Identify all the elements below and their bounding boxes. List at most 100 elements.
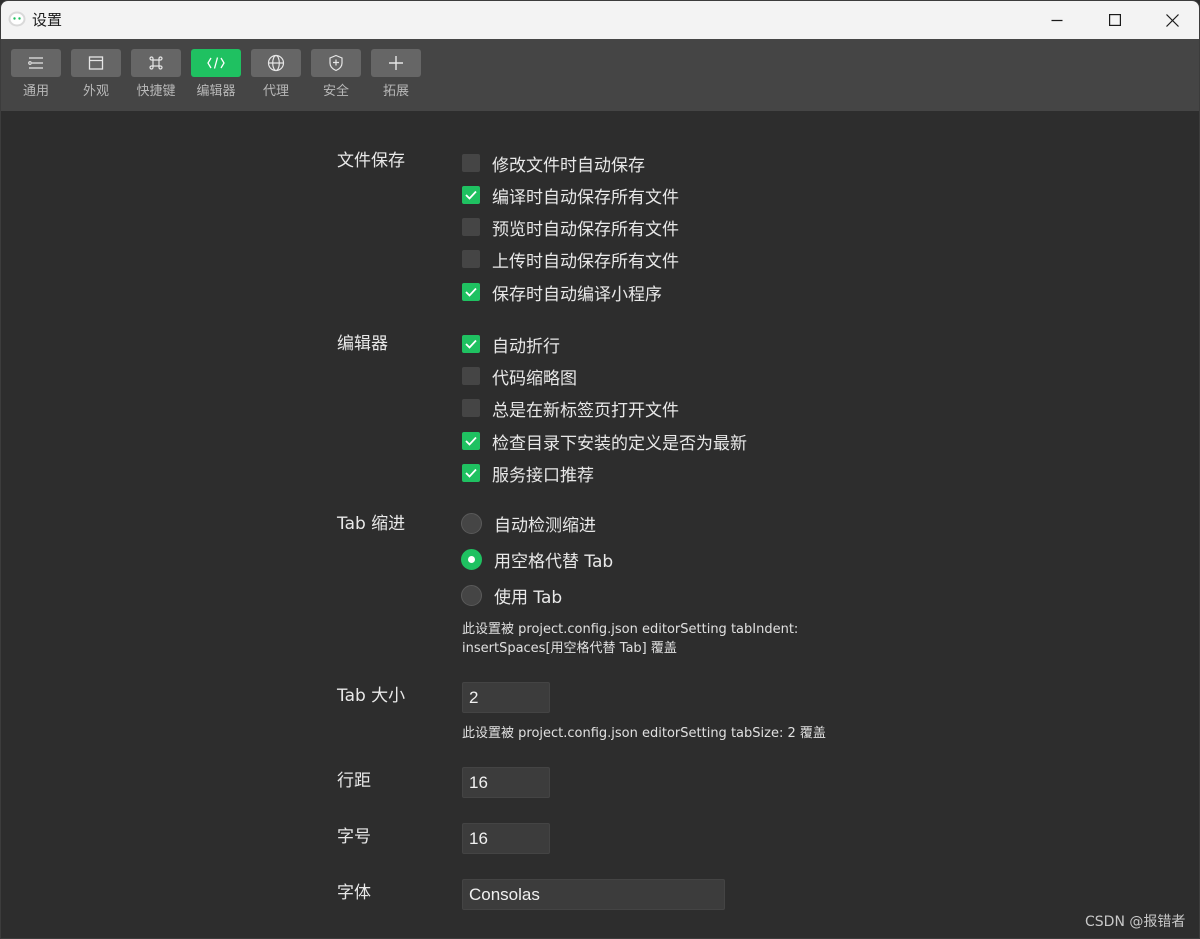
editor-section-label: 编辑器	[337, 334, 388, 354]
font-family-label: 字体	[337, 883, 371, 903]
checkbox[interactable]	[462, 154, 480, 172]
command-key-icon	[149, 56, 163, 70]
maximize-button[interactable]	[1086, 1, 1144, 39]
editor-button[interactable]	[191, 49, 241, 77]
tab-label: 拓展	[382, 84, 409, 99]
proxy-button[interactable]	[251, 49, 301, 77]
general-settings-icon	[28, 57, 43, 69]
option-label: 服务接口推荐	[492, 465, 594, 486]
file-save-label: 文件保存	[337, 151, 405, 171]
minimap-option[interactable]: 代码缩略图	[462, 365, 577, 389]
tab-size-label: Tab 大小	[337, 686, 406, 706]
plus-icon	[389, 56, 403, 70]
tab-label: 代理	[262, 84, 289, 99]
maximize-icon	[1109, 14, 1121, 26]
auto-detect-indent-option[interactable]: 自动检测缩进	[461, 512, 596, 536]
tab-editor[interactable]: 编辑器	[191, 49, 241, 105]
code-editor-icon	[207, 57, 225, 69]
settings-toolbar: 通用 外观 快捷键 编辑器 代理 安全 拓展	[1, 39, 1199, 111]
general-settings-button[interactable]	[11, 49, 61, 77]
settings-window: 设置 通用 外观 快捷键 编辑器 代理 安全 拓展 文件保存 修改文件时自动保存…	[0, 0, 1200, 939]
extensions-button[interactable]	[371, 49, 421, 77]
tab-size-override-note: 此设置被 project.config.json editorSetting t…	[462, 726, 826, 741]
appearance-button[interactable]	[71, 49, 121, 77]
check-definitions-option[interactable]: 检查目录下安装的定义是否为最新	[462, 430, 747, 454]
editor-settings-panel: 文件保存 修改文件时自动保存 编译时自动保存所有文件 预览时自动保存所有文件 上…	[1, 111, 1199, 938]
watermark: CSDN @报错者	[1085, 914, 1186, 930]
checkbox[interactable]	[462, 367, 480, 385]
font-size-input[interactable]	[462, 823, 550, 854]
checkbox[interactable]	[462, 432, 480, 450]
tab-indent-label: Tab 缩进	[337, 514, 406, 534]
shield-icon	[329, 54, 343, 72]
radio-selected-dot	[468, 555, 475, 563]
appearance-window-icon	[88, 56, 104, 70]
line-height-label: 行距	[337, 771, 371, 791]
tab-proxy[interactable]: 代理	[251, 49, 301, 105]
word-wrap-option[interactable]: 自动折行	[462, 333, 560, 357]
window-title: 设置	[32, 11, 63, 29]
globe-proxy-icon	[267, 54, 285, 72]
radio-button[interactable]	[461, 584, 482, 606]
tab-label: 外观	[82, 84, 109, 99]
checkmark-icon	[465, 436, 477, 446]
checkbox[interactable]	[462, 250, 480, 268]
tab-general[interactable]: 通用	[11, 49, 61, 105]
font-size-label: 字号	[337, 827, 371, 847]
tab-extensions[interactable]: 拓展	[371, 49, 421, 105]
compile-on-save-option[interactable]: 保存时自动编译小程序	[462, 281, 662, 305]
option-label: 自动检测缩进	[494, 515, 596, 536]
option-label: 保存时自动编译小程序	[492, 284, 662, 305]
close-button[interactable]	[1143, 1, 1199, 39]
autosave-on-modify-option[interactable]: 修改文件时自动保存	[462, 152, 645, 176]
use-tab-option[interactable]: 使用 Tab	[461, 584, 563, 608]
line-height-input[interactable]	[462, 767, 550, 798]
tab-security[interactable]: 安全	[311, 49, 361, 105]
checkmark-icon	[465, 339, 477, 349]
wechat-devtools-logo-icon	[8, 11, 26, 27]
checkbox[interactable]	[462, 218, 480, 236]
tab-appearance[interactable]: 外观	[71, 49, 121, 105]
service-api-suggest-option[interactable]: 服务接口推荐	[462, 462, 594, 486]
security-button[interactable]	[311, 49, 361, 77]
tab-size-input[interactable]	[462, 682, 550, 713]
close-icon	[1165, 13, 1179, 27]
autosave-on-compile-option[interactable]: 编译时自动保存所有文件	[462, 184, 679, 208]
minimize-icon	[1051, 19, 1063, 22]
spaces-instead-of-tab-option[interactable]: 用空格代替 Tab	[461, 548, 614, 572]
tab-indent-override-note: 此设置被 project.config.json editorSetting t…	[462, 622, 799, 637]
checkbox[interactable]	[462, 186, 480, 204]
tab-indent-override-note-2: insertSpaces[用空格代替 Tab] 覆盖	[462, 641, 677, 656]
checkmark-icon	[465, 468, 477, 478]
radio-button[interactable]	[461, 512, 482, 534]
option-label: 编译时自动保存所有文件	[492, 187, 679, 208]
autosave-on-preview-option[interactable]: 预览时自动保存所有文件	[462, 216, 679, 240]
option-label: 使用 Tab	[494, 587, 563, 608]
checkbox[interactable]	[462, 464, 480, 482]
tab-label: 编辑器	[196, 84, 236, 99]
option-label: 预览时自动保存所有文件	[492, 219, 679, 240]
checkbox[interactable]	[462, 335, 480, 353]
option-label: 上传时自动保存所有文件	[492, 251, 679, 272]
radio-button[interactable]	[461, 548, 482, 570]
font-family-input[interactable]	[462, 879, 725, 910]
title-bar: 设置	[1, 1, 1199, 39]
autosave-on-upload-option[interactable]: 上传时自动保存所有文件	[462, 248, 679, 272]
minimize-button[interactable]	[1028, 1, 1086, 39]
option-label: 总是在新标签页打开文件	[492, 400, 679, 421]
option-label: 代码缩略图	[492, 368, 577, 389]
checkmark-icon	[465, 287, 477, 297]
option-label: 检查目录下安装的定义是否为最新	[492, 433, 747, 454]
open-in-new-tab-option[interactable]: 总是在新标签页打开文件	[462, 397, 679, 421]
tab-label: 安全	[322, 84, 349, 99]
tab-shortcuts[interactable]: 快捷键	[131, 49, 181, 105]
shortcuts-button[interactable]	[131, 49, 181, 77]
checkmark-icon	[465, 190, 477, 200]
tab-label: 通用	[22, 84, 49, 99]
option-label: 修改文件时自动保存	[492, 155, 645, 176]
tab-label: 快捷键	[136, 84, 176, 99]
option-label: 用空格代替 Tab	[494, 551, 614, 572]
checkbox[interactable]	[462, 399, 480, 417]
checkbox[interactable]	[462, 283, 480, 301]
option-label: 自动折行	[492, 336, 560, 357]
